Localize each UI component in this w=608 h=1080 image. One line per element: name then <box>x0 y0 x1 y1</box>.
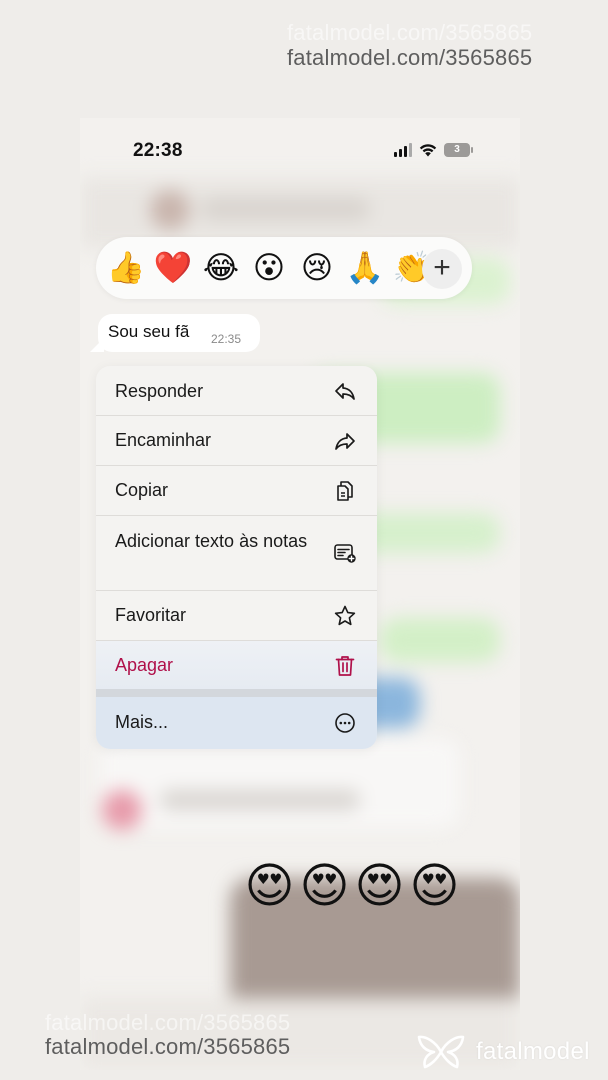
menu-item-label: Favoritar <box>115 605 187 625</box>
heart-eyes-emoji-row: 😍 😍 😍 😍 <box>242 858 462 914</box>
heart-eyes-emoji: 😍 <box>299 858 350 914</box>
heart-eyes-emoji: 😍 <box>409 858 460 914</box>
menu-item-favorite[interactable]: Favoritar <box>96 591 377 641</box>
blurred-text <box>160 790 360 810</box>
wifi-icon <box>419 144 437 157</box>
menu-item-reply[interactable]: Responder <box>96 366 377 416</box>
battery-icon: 3 <box>444 143 473 157</box>
menu-item-delete[interactable]: Apagar <box>96 641 377 689</box>
reaction-red-heart[interactable]: ❤️ <box>153 248 193 288</box>
butterfly-logo-icon <box>417 1035 465 1069</box>
watermark-url-top: fatalmodel.com/3565865 <box>287 45 533 70</box>
add-to-notes-icon <box>334 544 356 563</box>
reaction-folded-hands[interactable]: 🙏 <box>345 248 385 288</box>
reply-icon <box>335 383 355 400</box>
status-time: 22:38 <box>133 140 183 161</box>
blurred-incoming-bubble <box>100 738 460 828</box>
menu-item-label: Encaminhar <box>115 430 212 450</box>
forward-icon <box>335 433 355 450</box>
menu-item-label: Adicionar texto às notas <box>115 531 308 551</box>
heart-eyes-emoji: 😍 <box>244 858 295 914</box>
menu-item-label: Responder <box>115 381 204 401</box>
watermark-url-ghost: fatalmodel.com/3565865 <box>45 1010 291 1035</box>
menu-item-copy[interactable]: Copiar <box>96 466 377 516</box>
reaction-bar: 👍 ❤️ 😂 😮 😢 🙏 👏 <box>96 237 472 299</box>
reaction-surprised-face[interactable]: 😮 <box>249 248 289 288</box>
menu-item-label: Mais... <box>115 712 169 732</box>
blurred-avatar <box>102 790 142 830</box>
watermark-url-ghost: fatalmodel.com/3565865 <box>287 20 533 45</box>
reaction-tears-of-joy[interactable]: 😂 <box>201 248 241 288</box>
blurred-contact-name <box>200 198 370 220</box>
trash-icon <box>335 656 355 676</box>
menu-item-add-to-notes[interactable]: Adicionar texto às notas <box>96 516 377 591</box>
brand-watermark: fatalmodel <box>416 1032 590 1072</box>
menu-item-label: Copiar <box>115 480 169 500</box>
watermark-url-bottom: fatalmodel.com/3565865 <box>45 1034 291 1059</box>
context-menu: Responder Encaminhar Copiar Adicionar te… <box>96 366 377 749</box>
reaction-crying-face[interactable]: 😢 <box>297 248 337 288</box>
menu-item-more[interactable]: Mais... <box>96 697 377 749</box>
reaction-thumbs-up[interactable]: 👍 <box>106 248 146 288</box>
more-icon <box>335 713 355 733</box>
heart-eyes-emoji: 😍 <box>354 858 405 914</box>
brand-name: fatalmodel <box>476 1038 590 1065</box>
blurred-outgoing-bubble <box>380 618 500 662</box>
menu-item-forward[interactable]: Encaminhar <box>96 416 377 466</box>
message-bubble[interactable]: Sou seu fã 22:35 <box>98 314 260 352</box>
copy-icon <box>337 481 353 501</box>
star-icon <box>334 605 356 626</box>
message-text: Sou seu fã <box>108 322 190 341</box>
status-icons: 3 <box>394 143 473 157</box>
blurred-avatar <box>150 190 190 230</box>
signal-icon <box>394 143 412 157</box>
menu-separator <box>96 689 377 697</box>
menu-item-label: Apagar <box>115 655 174 675</box>
message-time: 22:35 <box>211 332 242 346</box>
more-reactions-button[interactable]: + <box>422 249 462 289</box>
